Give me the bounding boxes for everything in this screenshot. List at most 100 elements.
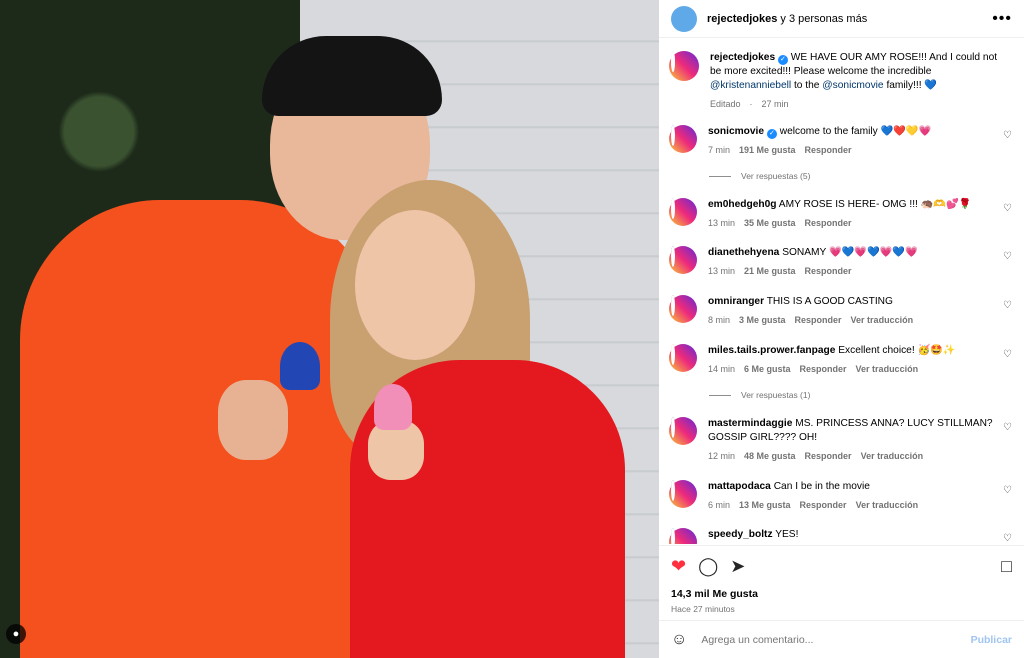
comment-time: 12 min xyxy=(708,451,736,461)
comment-icon[interactable]: ◯ xyxy=(698,557,718,575)
reply-button[interactable]: Responder xyxy=(805,451,852,461)
comment-avatar[interactable] xyxy=(669,295,697,323)
comment-item: dianethehyena SONAMY 💗💙💗💙💗💙💗 13 min 21 Me… xyxy=(669,246,1014,278)
heart-icon[interactable]: ♡ xyxy=(1003,533,1012,544)
comment-time: 7 min xyxy=(708,145,731,155)
heart-filled-icon[interactable]: ❤ xyxy=(671,557,686,575)
caption-time: 27 min xyxy=(761,99,789,109)
caption-avatar[interactable] xyxy=(669,51,699,81)
header-authors[interactable]: rejectedjokes y 3 personas más xyxy=(707,13,867,25)
comment-likes[interactable]: 13 Me gusta xyxy=(739,500,791,510)
comment-text: THIS IS A GOOD CASTING xyxy=(766,296,893,307)
comment-likes[interactable]: 191 Me gusta xyxy=(739,145,796,155)
view-replies-button[interactable]: Ver respuestas (1) xyxy=(709,390,810,400)
comment-avatar[interactable] xyxy=(669,417,697,445)
comment-avatar[interactable] xyxy=(669,528,697,544)
mention-link[interactable]: @kristenanniebell xyxy=(710,80,791,91)
bookmark-icon[interactable]: □ xyxy=(1001,557,1012,575)
heart-icon[interactable]: ♡ xyxy=(1003,300,1012,311)
comment-text: SONAMY 💗💙💗💙💗💙💗 xyxy=(782,247,918,258)
caption-text: to the xyxy=(791,80,823,91)
comment-username[interactable]: omniranger xyxy=(708,296,764,307)
reply-button[interactable]: Responder xyxy=(805,145,852,155)
comment-username[interactable]: em0hedgeh0g xyxy=(708,199,777,210)
comment-item: miles.tails.prower.fanpage Excellent cho… xyxy=(669,344,1014,376)
comment-likes[interactable]: 3 Me gusta xyxy=(739,315,786,325)
photo-man-sweater xyxy=(20,200,380,658)
translate-button[interactable]: Ver traducción xyxy=(851,315,914,325)
comment-likes[interactable]: 35 Me gusta xyxy=(744,218,796,228)
user-tag-icon[interactable]: ● xyxy=(6,624,26,644)
comment-item: mattapodaca Can I be in the movie 6 min 1… xyxy=(669,480,1014,512)
comment-item: speedy_boltz YES! ♡ xyxy=(669,528,1014,544)
comments-feed[interactable]: rejectedjokes ✓ WE HAVE OUR AMY ROSE!!! … xyxy=(659,39,1024,544)
heart-icon[interactable]: ♡ xyxy=(1003,422,1012,433)
heart-icon[interactable]: ♡ xyxy=(1003,130,1012,141)
header-avatar[interactable] xyxy=(671,5,697,32)
caption-meta: Editado · 27 min xyxy=(710,99,789,109)
post-header: rejectedjokes y 3 personas más ••• xyxy=(659,0,1024,38)
share-icon[interactable]: ➤ xyxy=(730,557,745,575)
photo-hand-left xyxy=(218,380,288,460)
reply-button[interactable]: Responder xyxy=(805,218,852,228)
comment-avatar[interactable] xyxy=(669,344,697,372)
comment-username[interactable]: mastermindaggie xyxy=(708,418,792,429)
comment-likes[interactable]: 21 Me gusta xyxy=(744,266,796,276)
view-replies-button[interactable]: Ver respuestas (5) xyxy=(709,171,810,181)
comment-item: sonicmovie ✓ welcome to the family 💙❤️💛💗… xyxy=(669,125,1014,157)
mention-link[interactable]: @sonicmovie xyxy=(822,80,883,91)
comment-username[interactable]: speedy_boltz xyxy=(708,529,773,540)
comment-likes[interactable]: 6 Me gusta xyxy=(744,364,791,374)
comment-likes[interactable]: 48 Me gusta xyxy=(744,451,796,461)
photo-woman-head xyxy=(355,210,475,360)
comment-username[interactable]: miles.tails.prower.fanpage xyxy=(708,345,835,356)
comment-username[interactable]: mattapodaca xyxy=(708,481,771,492)
comment-text: welcome to the family 💙❤️💛💗 xyxy=(779,126,932,137)
reply-button[interactable]: Responder xyxy=(795,315,842,325)
comment-composer: ☺ Publicar xyxy=(659,620,1024,658)
comment-item: em0hedgeh0g AMY ROSE IS HERE- OMG !!! 🦔🫶… xyxy=(669,198,1014,230)
comment-avatar[interactable] xyxy=(669,198,697,226)
comment-avatar[interactable] xyxy=(669,480,697,508)
post-side-panel: rejectedjokes y 3 personas más ••• rejec… xyxy=(659,0,1024,658)
post-actions: ❤ ◯ ➤ □ 14,3 mil Me gusta Hace 27 minuto… xyxy=(659,545,1024,614)
verified-badge-icon: ✓ xyxy=(766,129,777,139)
reply-button[interactable]: Responder xyxy=(805,266,852,276)
post-photo[interactable]: ● xyxy=(0,0,659,658)
heart-icon[interactable]: ♡ xyxy=(1003,203,1012,214)
more-horizontal-icon[interactable]: ••• xyxy=(992,10,1012,28)
comment-time: 13 min xyxy=(708,218,736,228)
comment-text: Can I be in the movie xyxy=(773,481,870,492)
comment-item: mastermindaggie MS. PRINCESS ANNA? LUCY … xyxy=(669,417,1014,463)
translate-button[interactable]: Ver traducción xyxy=(861,451,924,461)
emoji-icon[interactable]: ☺ xyxy=(671,631,687,649)
comment-avatar[interactable] xyxy=(669,125,697,153)
comment-username[interactable]: sonicmovie xyxy=(708,126,764,137)
edited-label: Editado xyxy=(710,99,741,109)
comment-time: 14 min xyxy=(708,364,736,374)
comment-username[interactable]: dianethehyena xyxy=(708,247,779,258)
post-time: Hace 27 minutos xyxy=(671,604,735,614)
translate-button[interactable]: Ver traducción xyxy=(856,500,919,510)
amy-rose-figure xyxy=(374,384,412,430)
photo-man-hair xyxy=(262,36,442,116)
comment-time: 6 min xyxy=(708,500,731,510)
comment-text: AMY ROSE IS HERE- OMG !!! 🦔🫶💕🌹 xyxy=(778,199,972,210)
comment-avatar[interactable] xyxy=(669,246,697,274)
post-comment-button[interactable]: Publicar xyxy=(971,634,1012,646)
comment-item: omniranger THIS IS A GOOD CASTING 8 min 3… xyxy=(669,295,1014,327)
comment-text: YES! xyxy=(775,529,799,540)
comment-time: 13 min xyxy=(708,266,736,276)
verified-badge-icon: ✓ xyxy=(777,55,788,65)
heart-icon[interactable]: ♡ xyxy=(1003,349,1012,360)
reply-button[interactable]: Responder xyxy=(800,364,847,374)
heart-icon[interactable]: ♡ xyxy=(1003,485,1012,496)
heart-icon[interactable]: ♡ xyxy=(1003,251,1012,262)
caption-username[interactable]: rejectedjokes xyxy=(710,52,775,63)
post-caption: rejectedjokes ✓ WE HAVE OUR AMY ROSE!!! … xyxy=(659,39,1024,111)
likes-count[interactable]: 14,3 mil Me gusta xyxy=(671,588,1012,600)
comment-input[interactable] xyxy=(701,633,971,646)
reply-button[interactable]: Responder xyxy=(800,500,847,510)
translate-button[interactable]: Ver traducción xyxy=(856,364,919,374)
sonic-figure xyxy=(280,342,320,390)
